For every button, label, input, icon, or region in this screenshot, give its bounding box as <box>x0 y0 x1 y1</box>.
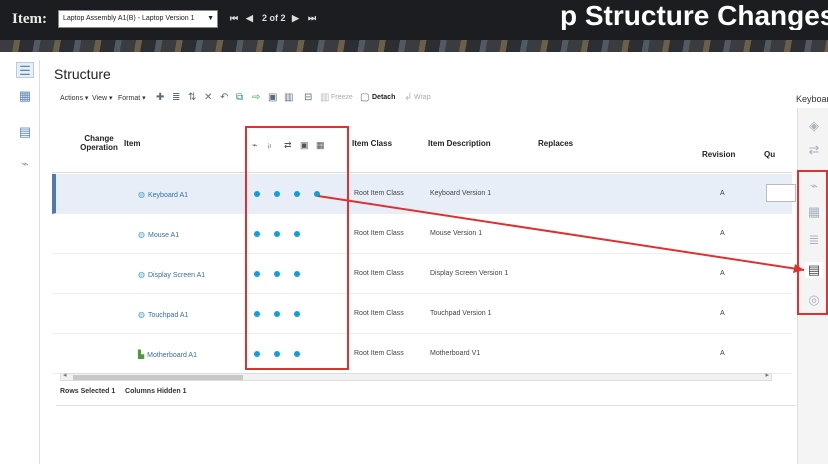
column-item[interactable]: Item <box>124 139 140 148</box>
item-label: Item: <box>12 11 47 27</box>
scroll-left-icon[interactable]: ◂ <box>63 371 67 379</box>
structure-icon[interactable]: ▦ <box>16 88 34 104</box>
row-item-description: Motherboard V1 <box>430 350 481 357</box>
view-menu[interactable]: View ▾ <box>92 94 113 102</box>
row-item-name: Motherboard A1 <box>147 352 197 359</box>
row-item-description: Mouse Version 1 <box>430 230 483 237</box>
structure-table: Change Operation Item ⌁ ᵢₗ ⇄ ▣ ▦ Item Cl… <box>52 118 796 380</box>
overview-icon[interactable]: ☰ <box>16 62 34 78</box>
table-row[interactable]: ◍ Keyboard A1 Root Item Class Keyboard Ve… <box>52 174 796 214</box>
component-icon: ▙ <box>138 350 145 359</box>
decorative-banner <box>0 40 828 52</box>
row-item-link[interactable]: ◍ Mouse A1 <box>138 230 179 239</box>
sort-icon[interactable]: ⇅ <box>188 92 196 103</box>
row-revision: A <box>720 190 725 197</box>
status-bar: Rows Selected 1 Columns Hidden 1 <box>60 388 187 395</box>
grid-icon[interactable]: ▤ <box>16 124 34 140</box>
item-selector-value: Laptop Assembly A1(B) - Laptop Version 1 <box>63 15 195 22</box>
actions-menu[interactable]: Actions ▾ <box>60 94 88 102</box>
last-page-icon[interactable]: ⏭ <box>308 13 316 24</box>
previous-page-icon[interactable]: ◀ <box>246 13 253 24</box>
column-replaces[interactable]: Replaces <box>538 139 573 148</box>
scrollbar-thumb[interactable] <box>73 375 243 380</box>
split-view-icon[interactable]: ⊟ <box>304 92 312 103</box>
indent-icon[interactable]: ≣ <box>172 92 180 103</box>
globe-icon: ◍ <box>138 190 145 199</box>
table-row[interactable]: ◍ Touchpad A1 Root Item Class Touchpad Ve… <box>52 294 792 334</box>
row-item-description: Keyboard Version 1 <box>430 190 492 197</box>
attachment-icon[interactable]: ⌁ <box>16 156 34 172</box>
row-item-class: Root Item Class <box>354 350 404 357</box>
rows-selected-value: 1 <box>111 388 116 395</box>
left-rail: ☰ ▦ ▤ ⌁ <box>12 60 40 464</box>
document-icon[interactable]: ▣ <box>268 92 277 103</box>
copy-icon[interactable]: ⧉ <box>236 92 243 103</box>
row-item-description: Touchpad Version 1 <box>430 310 492 317</box>
row-item-description: Display Screen Version 1 <box>430 270 509 277</box>
wrap-button[interactable]: Wrap <box>414 94 431 101</box>
detach-icon: ▢ <box>360 92 370 103</box>
table-row[interactable]: ▙ Motherboard A1 Root Item Class Motherbo… <box>52 334 792 374</box>
table-row[interactable]: ◍ Display Screen A1 Root Item Class Displ… <box>52 254 792 294</box>
columns-hidden-label: Columns Hidden <box>125 388 181 395</box>
freeze-button[interactable]: Freeze <box>331 94 353 101</box>
chevron-down-icon: ▼ <box>207 15 214 22</box>
detach-button[interactable]: Detach <box>372 94 395 101</box>
swap-icon[interactable]: ⇄ <box>805 142 823 158</box>
format-menu[interactable]: Format ▾ <box>118 94 146 102</box>
column-quantity[interactable]: Qu <box>764 150 775 159</box>
row-item-name: Display Screen A1 <box>147 272 206 279</box>
divider <box>56 405 796 406</box>
table-row[interactable]: ◍ Mouse A1 Root Item Class Mouse Version … <box>52 214 792 254</box>
first-page-icon[interactable]: ⏮ <box>230 13 238 24</box>
undo-icon[interactable]: ↶ <box>220 92 228 103</box>
annotation-box-right-panel <box>797 170 828 315</box>
row-item-link[interactable]: ▙ Motherboard A1 <box>138 350 197 359</box>
freeze-icon: ▥ <box>320 92 330 103</box>
wrap-icon: ↲ <box>404 92 413 103</box>
row-item-class: Root Item Class <box>354 270 404 277</box>
next-page-icon[interactable]: ▶ <box>292 13 299 24</box>
column-item-class[interactable]: Item Class <box>352 139 392 148</box>
row-item-link[interactable]: ◍ Touchpad A1 <box>138 310 188 319</box>
scroll-right-icon[interactable]: ▸ <box>765 371 769 379</box>
row-item-link[interactable]: ◍ Display Screen A1 <box>138 270 205 279</box>
delete-icon[interactable]: ✕ <box>204 92 212 103</box>
row-item-name: Touchpad A1 <box>147 312 189 319</box>
row-item-name: Mouse A1 <box>147 232 180 239</box>
row-item-class: Root Item Class <box>354 190 404 197</box>
page-heading-fragment: p Structure Changes <box>560 0 828 30</box>
column-item-description[interactable]: Item Description <box>428 139 491 148</box>
export-icon[interactable]: ⇨ <box>252 92 260 103</box>
globe-icon: ◍ <box>138 270 145 279</box>
row-revision: A <box>720 270 725 277</box>
row-revision: A <box>720 350 725 357</box>
row-item-class: Root Item Class <box>354 230 404 237</box>
top-header: Item: Laptop Assembly A1(B) - Laptop Ver… <box>0 0 828 40</box>
globe-icon: ◍ <box>138 310 145 319</box>
row-item-link[interactable]: ◍ Keyboard A1 <box>138 190 188 199</box>
rows-selected-label: Rows Selected <box>60 388 110 395</box>
columns-hidden-value: 1 <box>182 388 187 395</box>
column-revision[interactable]: Revision <box>702 150 735 159</box>
annotation-box-indicators <box>245 126 349 370</box>
row-item-name: Keyboard A1 <box>147 192 189 199</box>
compare-icon[interactable]: ▥ <box>284 92 293 103</box>
row-item-class: Root Item Class <box>354 310 404 317</box>
row-revision: A <box>720 310 725 317</box>
globe-icon: ◍ <box>138 230 145 239</box>
horizontal-scrollbar[interactable]: ◂ ▸ <box>60 371 772 381</box>
page-title: Structure <box>54 66 111 82</box>
right-panel-title: Keyboard <box>796 94 828 104</box>
column-change-operation[interactable]: Change Operation <box>76 134 122 152</box>
pager-text: 2 of 2 <box>262 13 286 23</box>
tag-icon[interactable]: ◈ <box>805 118 823 134</box>
row-revision: A <box>720 230 725 237</box>
table-header: Change Operation Item ⌁ ᵢₗ ⇄ ▣ ▦ Item Cl… <box>52 118 792 173</box>
quantity-input[interactable] <box>766 184 796 202</box>
item-selector-dropdown[interactable]: Laptop Assembly A1(B) - Laptop Version 1… <box>58 10 218 28</box>
add-icon[interactable]: ✚ <box>156 92 164 103</box>
